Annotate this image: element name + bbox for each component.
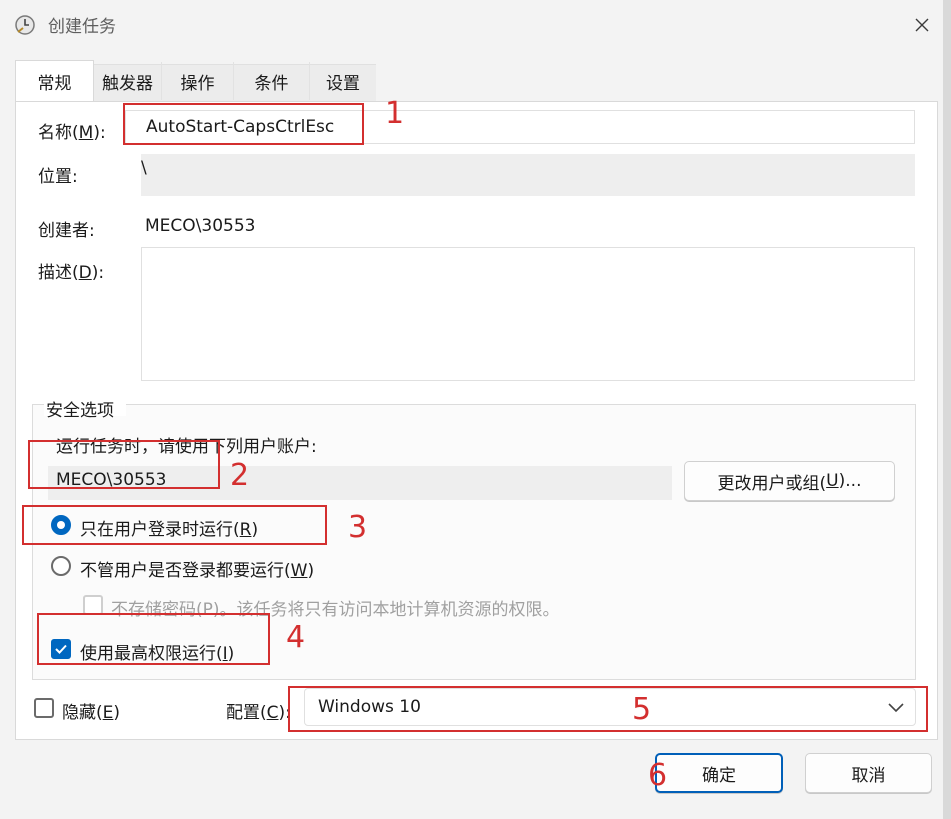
security-options-title: 安全选项 <box>46 401 114 421</box>
hidden-label: 隐藏(E) <box>62 703 121 723</box>
location-value: \ <box>141 158 147 178</box>
description-textarea[interactable] <box>141 247 915 381</box>
annotation-box-1 <box>123 103 364 145</box>
configure-for-label: 配置(C): <box>226 703 291 723</box>
name-label: 名称(M): <box>38 123 106 143</box>
window-title: 创建任务 <box>48 17 116 37</box>
window-edge <box>943 0 951 819</box>
cancel-button[interactable]: 取消 <box>805 753 932 793</box>
location-field <box>141 154 915 196</box>
tab-triggers[interactable]: 触发器 <box>94 62 162 100</box>
ok-button[interactable]: 确定 <box>655 753 783 793</box>
annotation-number-5: 5 <box>632 692 652 727</box>
run-whether-logged-on-radio[interactable] <box>51 556 71 576</box>
annotation-number-1: 1 <box>385 96 405 131</box>
title-bar <box>0 0 951 50</box>
location-label: 位置: <box>38 167 78 187</box>
task-scheduler-clock-icon <box>14 14 36 36</box>
annotation-number-4: 4 <box>286 620 306 655</box>
annotation-box-5 <box>288 686 928 732</box>
author-label: 创建者: <box>38 221 95 241</box>
tab-settings[interactable]: 设置 <box>310 62 376 100</box>
author-value: MECO\30553 <box>145 216 256 236</box>
close-icon <box>915 18 929 32</box>
annotation-box-4 <box>37 613 270 665</box>
do-not-store-password-checkbox[interactable] <box>83 595 103 615</box>
annotation-number-2: 2 <box>230 458 250 493</box>
annotation-number-6: 6 <box>648 758 668 793</box>
hidden-checkbox[interactable] <box>34 698 54 718</box>
tab-actions[interactable]: 操作 <box>162 62 234 100</box>
change-user-button[interactable]: 更改用户或组(U)... <box>684 461 895 501</box>
annotation-number-3: 3 <box>348 510 368 545</box>
close-button[interactable] <box>896 6 948 44</box>
description-label: 描述(D): <box>38 263 105 283</box>
run-whether-logged-on-label: 不管用户是否登录都要运行(W) <box>80 561 315 581</box>
annotation-box-3 <box>22 505 327 545</box>
tab-conditions[interactable]: 条件 <box>234 62 310 100</box>
annotation-box-2 <box>28 440 220 489</box>
tab-general[interactable]: 常规 <box>15 60 94 102</box>
